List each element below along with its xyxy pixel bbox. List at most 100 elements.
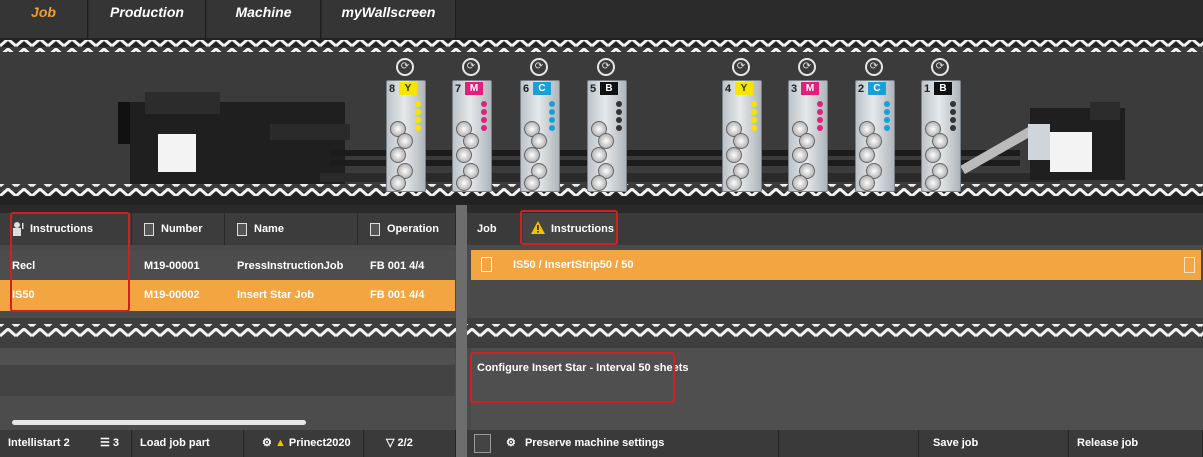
document-icon xyxy=(237,222,247,236)
ink-dot xyxy=(415,101,421,107)
ink-dot xyxy=(884,125,890,131)
cell-operation: FB 001 4/4 xyxy=(370,260,425,272)
printing-unit-8[interactable]: 8Y xyxy=(386,80,426,192)
cell-instructions: Recl xyxy=(12,260,36,272)
instruction-item-label: IS50 / InsertStrip50 / 50 xyxy=(513,259,634,271)
printing-unit-4[interactable]: 4Y xyxy=(722,80,762,192)
roller xyxy=(524,147,540,163)
ink-color-badge: C xyxy=(868,82,886,95)
cell-name: PressInstructionJob xyxy=(237,260,344,272)
tab-label: Instructions xyxy=(551,223,614,235)
ink-dot xyxy=(616,125,622,131)
roller xyxy=(925,175,941,191)
ink-dot xyxy=(751,109,757,115)
roller xyxy=(726,175,742,191)
column-header-operation[interactable]: Operation xyxy=(358,213,456,245)
roller xyxy=(591,175,607,191)
ink-dot xyxy=(884,117,890,123)
printing-unit-1[interactable]: 1B xyxy=(921,80,961,192)
release-job-button[interactable]: Release job xyxy=(1069,430,1203,457)
tab-job[interactable]: Job xyxy=(0,0,88,38)
empty-row xyxy=(0,365,455,396)
ink-dot xyxy=(481,109,487,115)
column-header-number[interactable]: Number xyxy=(132,213,225,245)
preserve-machine-settings-button[interactable]: ⚙ Preserve machine settings xyxy=(496,430,779,457)
ink-dot xyxy=(950,125,956,131)
printing-unit-7[interactable]: 7M xyxy=(452,80,492,192)
ink-dot xyxy=(481,101,487,107)
rotate-icon[interactable]: ⟳ xyxy=(530,58,548,76)
filter-value: 2/2 xyxy=(397,437,413,449)
filter-icon: ▽ xyxy=(386,437,395,449)
intellistart-button[interactable]: Intellistart 2 ☰ 3 xyxy=(0,430,132,457)
document-icon[interactable] xyxy=(1184,257,1195,273)
tab-job-data[interactable]: Job data xyxy=(467,213,519,267)
tab-instructions[interactable]: Instructions xyxy=(523,213,617,245)
instruction-text-area xyxy=(471,348,1203,430)
table-row-selected[interactable]: IS50 M19-00002 Insert Star Job FB 001 4/… xyxy=(0,280,455,311)
printing-unit-2[interactable]: 2C xyxy=(855,80,895,192)
cell-number: M19-00001 xyxy=(144,260,200,272)
ink-dot xyxy=(817,101,823,107)
empty-row xyxy=(0,348,455,365)
cell-name: Insert Star Job xyxy=(237,289,315,301)
prinect-button[interactable]: ⚙ ▲ Prinect2020 xyxy=(244,430,364,457)
unit-number: 1 xyxy=(924,83,931,95)
horizontal-scrollbar[interactable] xyxy=(12,420,306,425)
filter-button[interactable]: ▽ 2/2 xyxy=(364,430,456,457)
panel-divider[interactable] xyxy=(456,205,467,457)
preserve-label: Preserve machine settings xyxy=(524,437,665,449)
column-label: Operation xyxy=(387,223,439,235)
stack-icon: ☰ xyxy=(99,437,110,449)
column-label: Name xyxy=(254,223,284,235)
preserve-checkbox[interactable] xyxy=(474,434,491,453)
ink-dot xyxy=(751,101,757,107)
column-header-instructions[interactable]: Instructions xyxy=(0,213,132,245)
printing-unit-6[interactable]: 6C xyxy=(520,80,560,192)
save-job-button[interactable]: Save job xyxy=(919,430,1069,457)
rotate-icon[interactable]: ⟳ xyxy=(931,58,949,76)
tab-production[interactable]: Production xyxy=(89,0,206,38)
roller xyxy=(524,175,540,191)
table-top-bar xyxy=(0,205,456,213)
ink-dot xyxy=(950,109,956,115)
instruction-text: Configure Insert Star - Interval 50 shee… xyxy=(477,362,689,374)
ink-dot xyxy=(817,125,823,131)
rotate-icon[interactable]: ⟳ xyxy=(462,58,480,76)
unit-number: 5 xyxy=(590,83,597,95)
ink-dot xyxy=(415,117,421,123)
ink-dot xyxy=(616,109,622,115)
table-row[interactable]: Recl M19-00001 PressInstructionJob FB 00… xyxy=(0,251,455,282)
roller xyxy=(726,147,742,163)
tab-machine[interactable]: Machine xyxy=(207,0,321,38)
ink-dot xyxy=(415,125,421,131)
rotate-icon[interactable]: ⟳ xyxy=(732,58,750,76)
ink-dot xyxy=(751,125,757,131)
cell-operation: FB 001 4/4 xyxy=(370,289,425,301)
roller xyxy=(390,175,406,191)
load-job-part-button[interactable]: Load job part xyxy=(132,430,244,457)
ink-color-badge: C xyxy=(533,82,551,95)
column-header-name[interactable]: Name xyxy=(225,213,358,245)
printing-unit-3[interactable]: 3M xyxy=(788,80,828,192)
roller xyxy=(390,147,406,163)
rotate-icon[interactable]: ⟳ xyxy=(865,58,883,76)
ink-dot xyxy=(481,117,487,123)
ink-dot xyxy=(481,125,487,131)
column-label: Instructions xyxy=(30,223,93,235)
rotate-icon[interactable]: ⟳ xyxy=(396,58,414,76)
cut-line xyxy=(0,318,1203,348)
rotate-icon[interactable]: ⟳ xyxy=(597,58,615,76)
roller xyxy=(591,147,607,163)
tab-mywallscreen[interactable]: myWallscreen xyxy=(322,0,456,38)
rotate-icon[interactable]: ⟳ xyxy=(798,58,816,76)
instruction-item[interactable]: IS50 / InsertStrip50 / 50 xyxy=(471,250,1201,280)
unit-number: 4 xyxy=(725,83,732,95)
intellistart-label: Intellistart 2 xyxy=(8,437,70,449)
printing-unit-5[interactable]: 5B xyxy=(587,80,627,192)
roller xyxy=(792,175,808,191)
ink-color-badge: Y xyxy=(399,82,417,95)
ink-color-badge: M xyxy=(465,82,483,95)
roller xyxy=(792,147,808,163)
cell-number: M19-00002 xyxy=(144,289,200,301)
